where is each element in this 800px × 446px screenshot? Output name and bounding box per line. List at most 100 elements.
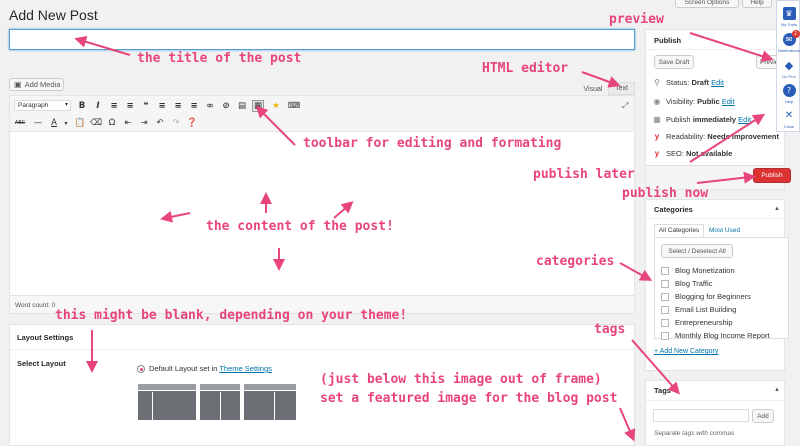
default-layout-radio[interactable] — [137, 365, 145, 373]
bold-icon[interactable]: B — [76, 100, 88, 112]
annotation-publish-later: publish later — [533, 167, 635, 182]
theme-settings-link[interactable]: Theme Settings — [219, 364, 272, 373]
category-item[interactable]: Blogging for Beginners — [661, 291, 751, 302]
category-checkbox[interactable] — [661, 331, 669, 340]
my-tools-label: My Tools — [781, 22, 797, 27]
bulleted-list-icon[interactable]: ≡ — [108, 100, 120, 112]
add-media-button[interactable]: ▣ Add Media — [9, 78, 64, 91]
annotation-publish-now: publish now — [622, 186, 709, 201]
screen-options-button[interactable]: Screen Options — [675, 0, 739, 8]
strikethrough-icon[interactable]: ABC — [14, 117, 26, 129]
publish-divider — [646, 49, 784, 50]
omega-icon[interactable]: Ω — [106, 117, 118, 129]
keyboard-icon[interactable]: ⌨ — [288, 100, 300, 112]
link-icon[interactable]: ∞ — [204, 100, 216, 112]
select-deselect-all-button[interactable]: Select / Deselect All — [661, 244, 733, 258]
numbered-list-icon[interactable]: ≡ — [124, 100, 136, 112]
publish-box: Publish Save Draft Preview ⚲ Status: Dra… — [645, 29, 791, 190]
category-checkbox[interactable] — [661, 318, 669, 327]
visibility-row: ◉ Visibility: Public Edit — [652, 95, 735, 107]
align-left-icon[interactable]: ≡ — [156, 100, 168, 112]
fullscreen-icon[interactable]: ⤢ — [622, 101, 628, 111]
toolbar-toggle-icon[interactable]: ▦ — [252, 100, 264, 112]
pin-icon: ⚲ — [654, 77, 660, 87]
content-area[interactable] — [10, 133, 634, 293]
seo-row: y SEO: Not available — [652, 147, 733, 159]
category-item[interactable]: Entrepreneurship — [661, 317, 733, 328]
go-pro-item[interactable]: ◆ Go Pro! — [777, 59, 800, 79]
category-item[interactable]: Blog Monetization — [661, 265, 735, 276]
my-tools-item[interactable]: ♛ My Tools — [777, 7, 800, 27]
publish-button[interactable]: Publish — [753, 168, 791, 183]
tab-all-categories[interactable]: All Categories — [654, 224, 704, 237]
default-layout-label: Default Layout set in — [149, 364, 218, 373]
collapse-caret-icon[interactable]: ▲ — [774, 206, 780, 212]
clear-formatting-icon[interactable]: ⌫ — [90, 117, 102, 129]
chevron-down-icon[interactable]: ▾ — [60, 117, 72, 129]
redo-icon[interactable]: ↷ — [170, 117, 182, 129]
help-circle-icon[interactable]: ❓ — [186, 117, 198, 129]
help-button[interactable]: Help — [742, 0, 772, 8]
tags-input[interactable] — [653, 409, 749, 422]
align-right-icon[interactable]: ≡ — [188, 100, 200, 112]
star-icon[interactable]: ★ — [270, 100, 282, 112]
layout-thumbnail-1[interactable] — [137, 383, 197, 422]
annotation-html-editor: HTML editor — [482, 61, 569, 76]
annotation-featured-1: (just below this image out of frame) — [320, 372, 602, 387]
format-select[interactable]: Paragraph ▾ — [14, 100, 71, 111]
close-icon: ✕ — [782, 109, 796, 122]
collapse-caret-icon[interactable]: ▲ — [774, 387, 780, 393]
horizontal-line-icon[interactable]: — — [32, 117, 44, 129]
text-color-icon[interactable]: A — [48, 117, 60, 129]
yoast-readability-icon: y — [654, 131, 660, 141]
blockquote-icon[interactable]: ❝ — [140, 100, 152, 112]
calendar-icon: ▦ — [653, 114, 661, 124]
unlink-icon[interactable]: ⊘ — [220, 100, 232, 112]
diamond-icon: ◆ — [782, 59, 796, 72]
align-center-icon[interactable]: ≡ — [172, 100, 184, 112]
help-item[interactable]: ? Help — [777, 84, 800, 104]
default-layout-text: Default Layout set in Theme Settings — [149, 364, 272, 373]
status-row: ⚲ Status: Draft Edit — [652, 76, 724, 88]
readability-value: Needs improvement — [707, 131, 779, 141]
tab-most-used[interactable]: Most Used — [709, 225, 740, 237]
notifications-item[interactable]: ✉ 2 Notifications — [777, 30, 800, 53]
bell-icon: ✉ 2 — [782, 30, 800, 46]
paste-text-icon[interactable]: 📋 — [74, 117, 86, 129]
outdent-icon[interactable]: ⇤ — [122, 117, 134, 129]
tags-hint: Separate tags with commas — [654, 430, 735, 437]
add-new-category-link[interactable]: + Add New Category — [654, 348, 718, 355]
layout-thumbnail-2[interactable] — [199, 383, 241, 422]
category-checkbox[interactable] — [661, 279, 669, 288]
add-tag-button[interactable]: Add — [752, 409, 774, 423]
category-checkbox[interactable] — [661, 292, 669, 301]
tags-title: Tags — [654, 386, 671, 395]
layout-settings-title: Layout Settings — [17, 333, 74, 342]
category-item[interactable]: Email List Building — [661, 304, 736, 315]
save-draft-button[interactable]: Save Draft — [654, 55, 694, 69]
close-item[interactable]: ✕ Close — [777, 109, 800, 129]
visibility-label: Visibility: — [666, 96, 696, 106]
italic-icon[interactable]: I — [92, 100, 104, 112]
read-more-icon[interactable]: ▤ — [236, 100, 248, 112]
add-media-label: Add Media — [24, 80, 61, 89]
status-label: Status: — [666, 77, 690, 87]
tab-visual[interactable]: Visual — [580, 84, 606, 95]
select-layout-label: Select Layout — [17, 359, 66, 368]
layout-thumbnail-3[interactable] — [243, 383, 297, 422]
post-title-input[interactable] — [9, 29, 635, 50]
eye-icon: ◉ — [653, 96, 661, 106]
undo-icon[interactable]: ↶ — [154, 117, 166, 129]
category-item[interactable]: Blog Traffic — [661, 278, 712, 289]
yoast-seo-icon: y — [654, 148, 660, 158]
category-checkbox[interactable] — [661, 305, 669, 314]
status-edit-link[interactable]: Edit — [711, 78, 724, 87]
tab-text[interactable]: Text — [608, 82, 635, 95]
format-select-value: Paragraph — [18, 102, 49, 109]
schedule-edit-link[interactable]: Edit — [738, 115, 751, 124]
category-checkbox[interactable] — [661, 266, 669, 275]
category-item[interactable]: Monthly Blog Income Report — [661, 330, 770, 341]
add-media-icon: ▣ — [14, 80, 22, 89]
indent-icon[interactable]: ⇥ — [138, 117, 150, 129]
visibility-edit-link[interactable]: Edit — [722, 97, 735, 106]
